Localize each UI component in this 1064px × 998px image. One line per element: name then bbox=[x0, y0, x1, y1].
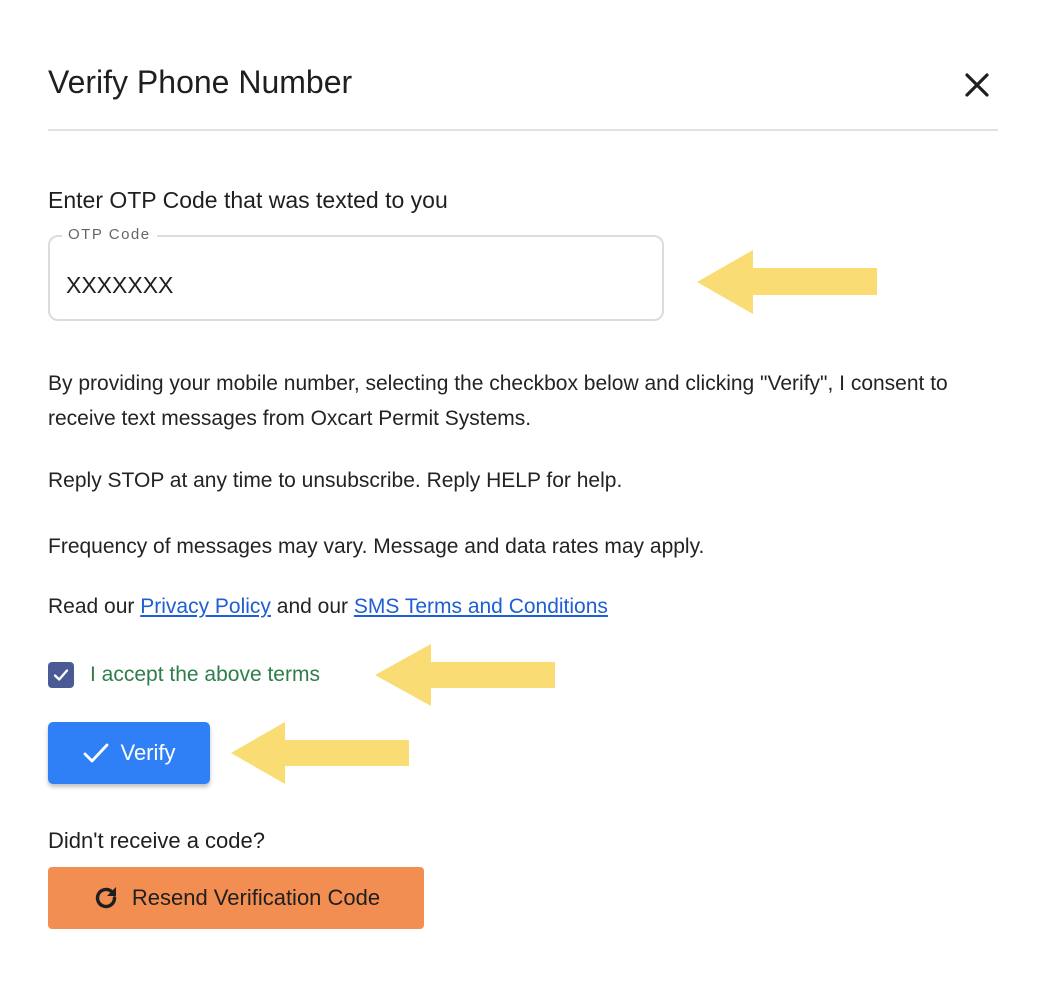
checkmark-icon bbox=[53, 669, 69, 681]
close-button[interactable] bbox=[958, 66, 996, 104]
terms-checkbox[interactable] bbox=[48, 662, 74, 688]
arrow-left-icon bbox=[231, 722, 409, 784]
arrow-left-icon bbox=[697, 250, 877, 314]
sms-terms-link[interactable]: SMS Terms and Conditions bbox=[354, 595, 608, 618]
otp-field: OTP Code bbox=[48, 224, 664, 321]
stop-help-text: Reply STOP at any time to unsubscribe. R… bbox=[48, 469, 623, 492]
policy-links-line: Read our Privacy Policy and our SMS Term… bbox=[48, 593, 608, 621]
otp-field-label: OTP Code bbox=[62, 224, 157, 246]
header-divider bbox=[48, 129, 998, 131]
otp-input[interactable] bbox=[66, 267, 626, 303]
terms-checkbox-label[interactable]: I accept the above terms bbox=[90, 663, 320, 687]
no-code-prompt: Didn't receive a code? bbox=[48, 828, 265, 853]
consent-text: By providing your mobile number, selecti… bbox=[48, 372, 948, 430]
verify-button[interactable]: Verify bbox=[48, 722, 210, 784]
terms-checkbox-row: I accept the above terms bbox=[48, 660, 320, 690]
close-icon bbox=[958, 66, 996, 104]
check-icon bbox=[82, 741, 110, 765]
frequency-text: Frequency of messages may vary. Message … bbox=[48, 535, 705, 558]
refresh-icon bbox=[92, 884, 120, 912]
verify-button-label: Verify bbox=[120, 740, 176, 765]
resend-code-button[interactable]: Resend Verification Code bbox=[48, 867, 424, 929]
resend-button-label: Resend Verification Code bbox=[131, 885, 381, 910]
read-our-text: Read our bbox=[48, 595, 135, 618]
otp-section-label: Enter OTP Code that was texted to you bbox=[48, 187, 448, 213]
verify-phone-dialog: Verify Phone Number Enter OTP Code that … bbox=[0, 0, 1064, 998]
and-our-text: and our bbox=[276, 595, 349, 618]
dialog-title: Verify Phone Number bbox=[48, 64, 353, 100]
arrow-left-icon bbox=[375, 644, 555, 706]
privacy-policy-link[interactable]: Privacy Policy bbox=[140, 595, 271, 618]
